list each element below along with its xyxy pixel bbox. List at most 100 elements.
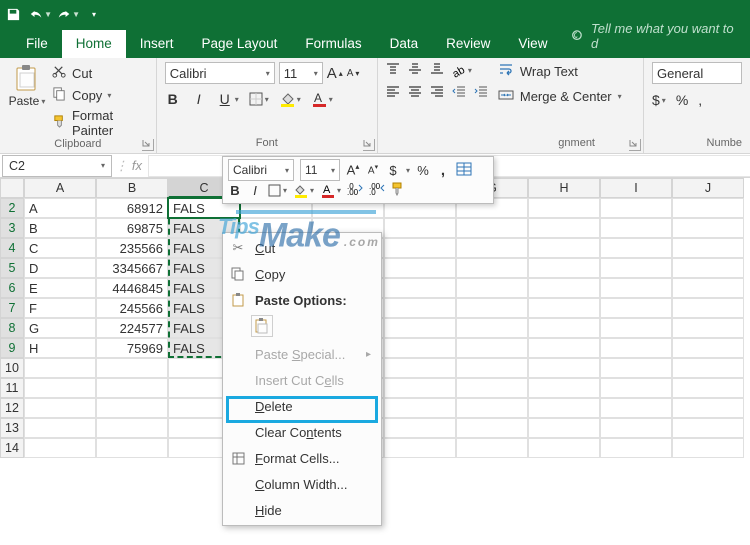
mini-italic-button[interactable]: I bbox=[248, 183, 262, 198]
clipboard-dialog-launcher-icon[interactable] bbox=[142, 139, 154, 151]
mini-fontcolor-button[interactable]: A▾ bbox=[320, 183, 341, 198]
cell[interactable] bbox=[384, 258, 456, 278]
decrease-font-icon[interactable]: A▾ bbox=[347, 68, 360, 79]
cell[interactable] bbox=[600, 238, 672, 258]
cell[interactable] bbox=[672, 358, 744, 378]
ctx-insert-cut-cells[interactable]: Insert Cut Cells bbox=[223, 367, 381, 393]
number-format-combo[interactable]: General bbox=[652, 62, 742, 84]
ctx-delete[interactable]: Delete bbox=[223, 393, 381, 419]
cell[interactable] bbox=[456, 398, 528, 418]
ctx-copy[interactable]: Copy bbox=[223, 261, 381, 287]
column-header[interactable]: J bbox=[672, 178, 744, 198]
decrease-indent-icon[interactable] bbox=[452, 85, 466, 100]
cell[interactable]: A bbox=[24, 198, 96, 218]
font-dialog-launcher-icon[interactable] bbox=[363, 139, 375, 151]
cell[interactable] bbox=[384, 238, 456, 258]
cell[interactable] bbox=[600, 198, 672, 218]
cell[interactable] bbox=[384, 418, 456, 438]
cell[interactable]: H bbox=[24, 338, 96, 358]
cell[interactable] bbox=[24, 418, 96, 438]
cell[interactable] bbox=[24, 398, 96, 418]
cell[interactable]: 235566 bbox=[96, 238, 168, 258]
cell[interactable]: C bbox=[24, 238, 96, 258]
align-middle-icon[interactable] bbox=[408, 62, 422, 79]
cell[interactable] bbox=[672, 438, 744, 458]
ctx-format-cells[interactable]: Format Cells... bbox=[223, 445, 381, 471]
font-color-button[interactable]: A▾ bbox=[311, 91, 333, 107]
mini-comma-button[interactable]: , bbox=[436, 162, 450, 179]
row-header[interactable]: 7 bbox=[0, 298, 24, 318]
row-header[interactable]: 13 bbox=[0, 418, 24, 438]
cell[interactable] bbox=[96, 358, 168, 378]
ctx-paste-default-icon[interactable] bbox=[251, 315, 273, 337]
tell-me-search[interactable]: Tell me what you want to d bbox=[561, 15, 750, 58]
cell[interactable]: 68912 bbox=[96, 198, 168, 218]
ctx-paste-special[interactable]: Paste Special... ▸ bbox=[223, 341, 381, 367]
cell[interactable]: 245566 bbox=[96, 298, 168, 318]
mini-size-combo[interactable]: 11▾ bbox=[300, 159, 340, 181]
cell[interactable] bbox=[528, 418, 600, 438]
cell[interactable] bbox=[600, 418, 672, 438]
tab-file[interactable]: File bbox=[12, 30, 62, 58]
tab-insert[interactable]: Insert bbox=[126, 30, 188, 58]
cell[interactable] bbox=[600, 438, 672, 458]
cell[interactable] bbox=[672, 398, 744, 418]
cell[interactable] bbox=[96, 378, 168, 398]
save-icon[interactable] bbox=[4, 5, 22, 23]
format-painter-button[interactable]: Format Painter bbox=[52, 108, 148, 138]
mini-decrease-font-icon[interactable]: A▾ bbox=[366, 163, 380, 176]
cell[interactable]: D bbox=[24, 258, 96, 278]
accounting-format-button[interactable]: $▾ bbox=[652, 92, 666, 108]
fill-color-button[interactable]: ▾ bbox=[279, 91, 301, 107]
cell[interactable] bbox=[600, 258, 672, 278]
qat-customize-icon[interactable]: ▾ bbox=[92, 10, 96, 19]
cell[interactable] bbox=[456, 418, 528, 438]
tab-home[interactable]: Home bbox=[62, 30, 126, 58]
cell[interactable] bbox=[456, 278, 528, 298]
paste-button[interactable]: Paste▾ bbox=[8, 62, 46, 138]
tab-review[interactable]: Review bbox=[432, 30, 504, 58]
cell[interactable] bbox=[600, 218, 672, 238]
row-header[interactable]: 9 bbox=[0, 338, 24, 358]
cell[interactable] bbox=[672, 338, 744, 358]
cell[interactable] bbox=[672, 418, 744, 438]
mini-fill-button[interactable]: ▾ bbox=[293, 183, 314, 198]
ctx-column-width[interactable]: Column Width... bbox=[223, 471, 381, 497]
column-header[interactable]: I bbox=[600, 178, 672, 198]
tab-formulas[interactable]: Formulas bbox=[291, 30, 375, 58]
cell[interactable] bbox=[528, 258, 600, 278]
cell[interactable] bbox=[528, 338, 600, 358]
mini-font-combo[interactable]: Calibri▾ bbox=[228, 159, 294, 181]
tab-page-layout[interactable]: Page Layout bbox=[188, 30, 292, 58]
cell[interactable]: 4446845 bbox=[96, 278, 168, 298]
font-name-combo[interactable]: Calibri▾ bbox=[165, 62, 275, 84]
row-header[interactable]: 10 bbox=[0, 358, 24, 378]
mini-borders-button[interactable]: ▾ bbox=[268, 184, 287, 197]
cell[interactable]: 75969 bbox=[96, 338, 168, 358]
cell[interactable] bbox=[384, 318, 456, 338]
merge-center-button[interactable]: Merge & Center▾ bbox=[498, 87, 622, 106]
cell[interactable] bbox=[384, 358, 456, 378]
mini-decrease-decimal-icon[interactable]: .00.0 bbox=[369, 182, 385, 198]
cell[interactable] bbox=[24, 358, 96, 378]
cell[interactable] bbox=[528, 378, 600, 398]
alignment-dialog-launcher-icon[interactable] bbox=[629, 139, 641, 151]
italic-button[interactable]: I bbox=[191, 90, 207, 108]
borders-button[interactable]: ▾ bbox=[249, 92, 269, 106]
mini-format-table-icon[interactable] bbox=[456, 162, 472, 179]
percent-button[interactable]: % bbox=[676, 92, 688, 108]
orientation-button[interactable]: ab▾ bbox=[452, 64, 472, 78]
copy-button[interactable]: Copy▾ bbox=[52, 86, 148, 104]
align-left-icon[interactable] bbox=[386, 85, 400, 100]
cell[interactable] bbox=[24, 438, 96, 458]
cell[interactable]: E bbox=[24, 278, 96, 298]
cell[interactable] bbox=[672, 378, 744, 398]
mini-bold-button[interactable]: B bbox=[228, 183, 242, 198]
cell[interactable] bbox=[456, 358, 528, 378]
cell[interactable] bbox=[384, 398, 456, 418]
row-header[interactable]: 14 bbox=[0, 438, 24, 458]
row-header[interactable]: 5 bbox=[0, 258, 24, 278]
cell[interactable]: F bbox=[24, 298, 96, 318]
cell[interactable] bbox=[672, 258, 744, 278]
underline-button[interactable]: U▾ bbox=[217, 90, 239, 108]
